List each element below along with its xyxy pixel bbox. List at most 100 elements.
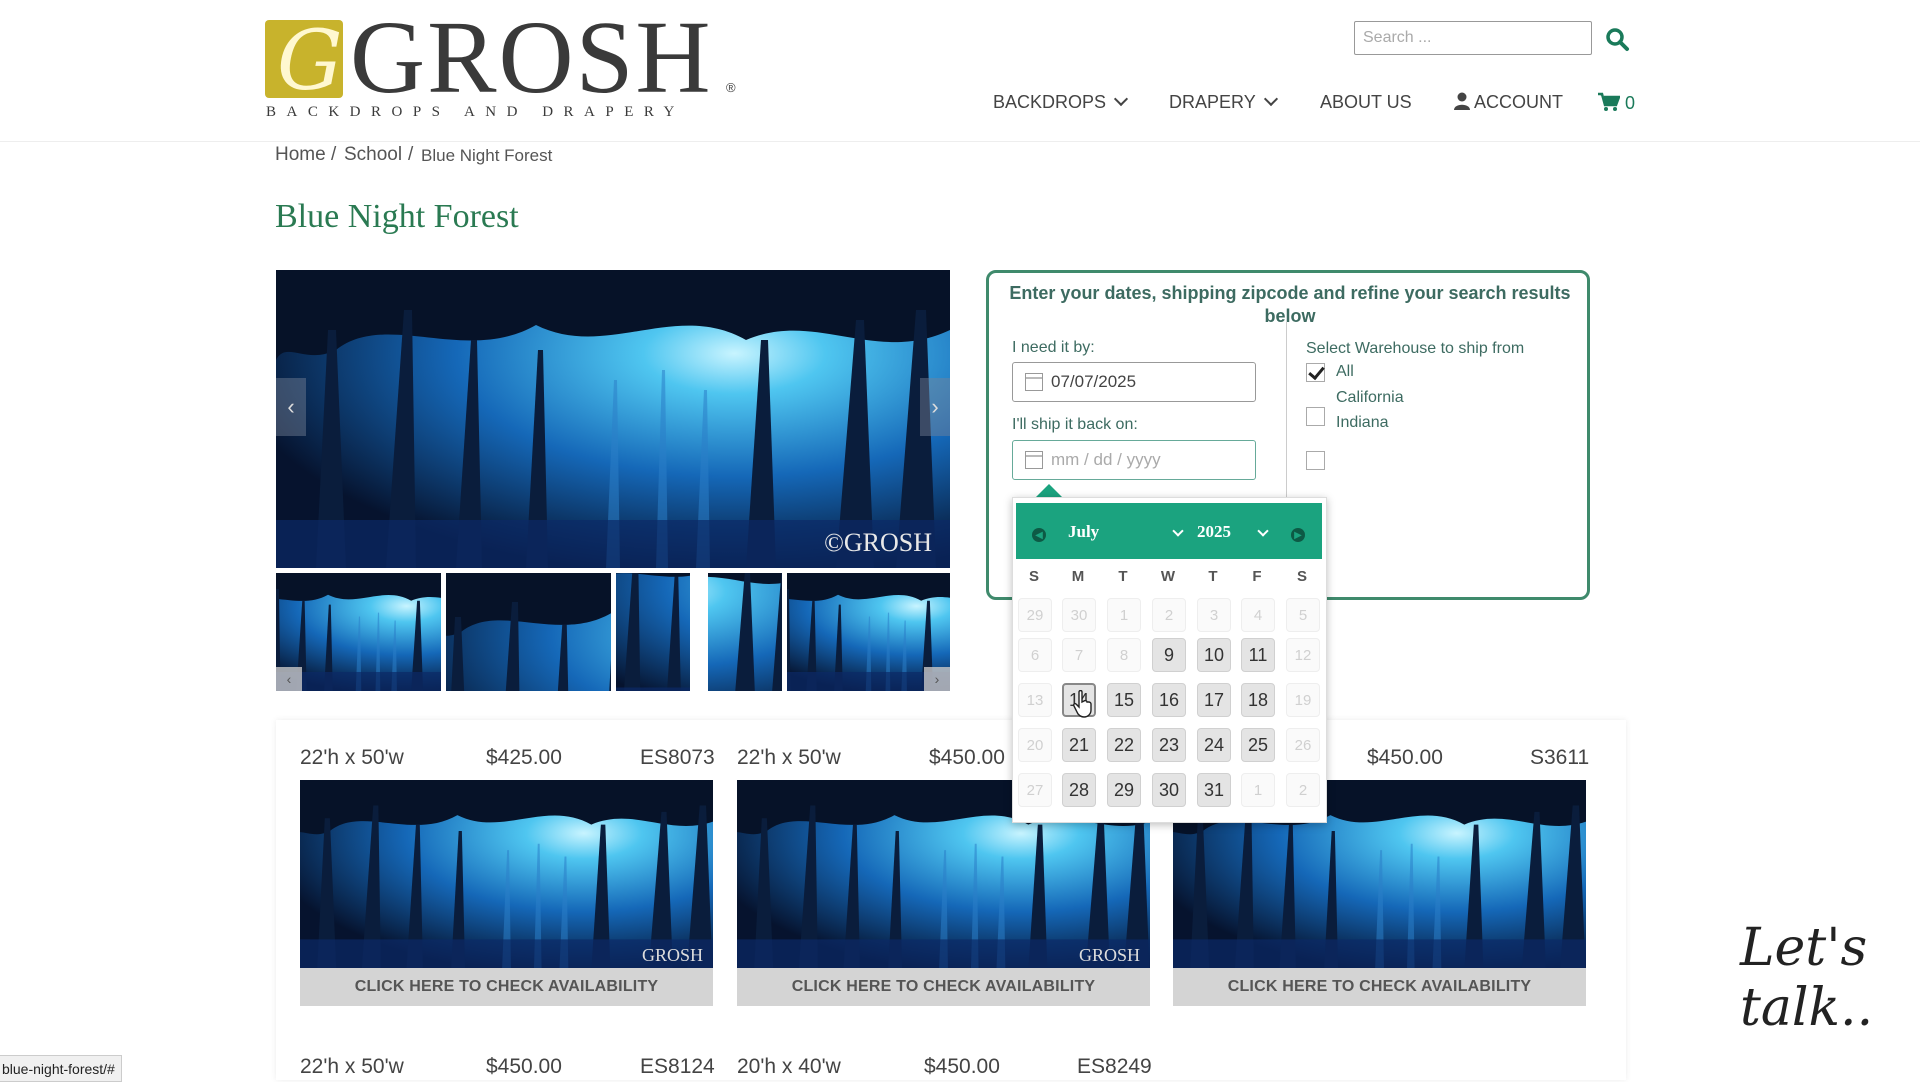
ship-back-date-input[interactable]: mm / dd / yyyy [1012,440,1256,480]
calendar-day[interactable]: 10 [1197,638,1231,672]
prev-month-icon[interactable]: ◀ [1032,528,1046,542]
year-select[interactable]: 2025 [1197,522,1231,542]
month-select[interactable]: July [1068,522,1099,542]
thumbnail-3[interactable] [616,573,690,691]
product-price: $450.00 [486,1055,562,1078]
image-watermark: ©GROSH [824,528,932,557]
check-availability-button[interactable]: CLICK HERE TO CHECK AVAILABILITY [737,968,1150,1006]
weekday-header: S [1028,568,1039,585]
cart-count: 0 [1625,93,1636,113]
search-input[interactable] [1354,21,1592,55]
calendar-day: 19 [1286,683,1320,717]
warehouse-indiana-label: Indiana [1336,414,1389,431]
thumbnail-2[interactable] [446,573,611,691]
calendar-day: 4 [1241,598,1275,632]
calendar-icon [1025,373,1043,391]
product-price: $425.00 [486,746,562,769]
nav-backdrops-label: BACKDROPS [993,92,1107,112]
product-size: 20'h x 40'w [737,1055,841,1078]
calendar-day: 13 [1018,683,1052,717]
thumbnail-prev-button[interactable]: ‹ [276,667,302,691]
calendar-day[interactable]: 22 [1107,728,1141,762]
weekday-header: S [1296,568,1307,585]
calendar-day: 3 [1197,598,1231,632]
calendar-day[interactable]: 11 [1241,638,1275,672]
need-by-date-input[interactable]: 07/07/2025 [1012,362,1256,402]
thumbnail-4[interactable] [708,573,782,691]
product-sku: S3611 [1530,746,1590,769]
image-watermark: GROSH [1078,945,1140,965]
calendar-day[interactable]: 29 [1107,773,1141,807]
nav-backdrops[interactable]: BACKDROPS [993,91,1129,113]
gallery-prev-button[interactable]: ‹ [276,378,306,436]
thumbnail-next-button[interactable]: › [924,667,950,691]
calendar-day: 30 [1062,598,1096,632]
warehouse-label: Select Warehouse to ship from [1306,340,1525,357]
calendar-day[interactable]: 17 [1197,683,1231,717]
warehouse-indiana-checkbox[interactable] [1306,451,1325,470]
ship-back-placeholder: mm / dd / yyyy [1051,450,1161,469]
product-sku: ES8249 [1077,1055,1152,1078]
user-icon [1454,92,1470,110]
product-sku: ES8073 [640,746,715,769]
calendar-day: 8 [1107,638,1141,672]
search-icon[interactable] [1604,26,1630,52]
calendar-day[interactable]: 16 [1152,683,1186,717]
warehouse-all-checkbox[interactable] [1306,363,1325,382]
warehouse-all-label: All [1336,363,1354,380]
breadcrumb-current: Blue Night Forest [421,146,553,165]
weekday-header: F [1252,568,1262,585]
calendar-day[interactable]: 21 [1062,728,1096,762]
chat-widget[interactable]: Let's talk.. [1740,918,1920,1038]
calendar-day[interactable]: 23 [1152,728,1186,762]
nav-account-label: ACCOUNT [1474,92,1564,112]
image-watermark: GROSH [641,945,703,965]
chevron-down-icon [1113,91,1129,107]
chevron-down-icon [1263,91,1278,107]
calendar-day[interactable]: 31 [1197,773,1231,807]
product-sku: ES8124 [640,1055,715,1078]
logo-mark-icon[interactable]: G [265,14,343,109]
calendar-day[interactable]: 15 [1107,683,1141,717]
calendar-day: 26 [1286,728,1320,762]
breadcrumb-sep: / [408,144,414,165]
product-price: $450.00 [1367,746,1443,769]
calendar-day: 7 [1062,638,1096,672]
warehouse-california-checkbox[interactable] [1306,407,1325,426]
product-price: $450.00 [929,746,1005,769]
check-availability-button[interactable]: CLICK HERE TO CHECK AVAILABILITY [1173,968,1586,1006]
calendar-day[interactable]: 24 [1197,728,1231,762]
weekday-header: W [1160,568,1176,585]
nav-drapery[interactable]: DRAPERY [1169,91,1278,113]
logo-mark-letter: G [277,14,343,109]
datepicker-header [1016,503,1322,559]
product-main-image[interactable]: ©GROSH [276,270,950,568]
logo-tagline: BACKDROPS AND DRAPERY [266,104,685,120]
nav-cart[interactable]: 0 [1598,92,1635,114]
calendar-day[interactable]: 9 [1152,638,1186,672]
warehouse-california-label: California [1336,389,1404,406]
calendar-day: 29 [1018,598,1052,632]
breadcrumb-school[interactable]: School [344,144,402,166]
calendar-day: 2 [1152,598,1186,632]
calendar-day: 20 [1018,728,1052,762]
registered-mark-icon: ® [726,80,736,95]
nav-account[interactable]: ACCOUNT [1454,92,1563,113]
page-title: Blue Night Forest [275,198,519,235]
need-by-label: I need it by: [1012,339,1095,356]
calendar-day[interactable]: 18 [1241,683,1275,717]
logo-wordmark[interactable]: GROSH [350,6,713,110]
calendar-day[interactable]: 28 [1062,773,1096,807]
calendar-day: 6 [1018,638,1052,672]
check-availability-button[interactable]: CLICK HERE TO CHECK AVAILABILITY [300,968,713,1006]
calendar-day: 2 [1286,773,1320,807]
need-by-date-value: 07/07/2025 [1051,372,1137,391]
calendar-day[interactable]: 25 [1241,728,1275,762]
product-size: 22'h x 50'w [300,1055,404,1078]
gallery-next-button[interactable]: › [920,378,950,436]
calendar-day[interactable]: 30 [1152,773,1186,807]
product-image[interactable]: GROSH [300,780,713,970]
next-month-icon[interactable]: ▶ [1291,528,1305,542]
breadcrumb-home[interactable]: Home [275,144,326,166]
nav-about-us[interactable]: ABOUT US [1320,92,1412,113]
